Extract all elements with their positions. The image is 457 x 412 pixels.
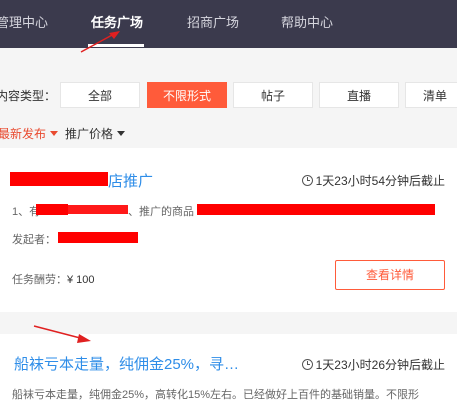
clock-icon [301,359,313,370]
type-chip-unlimited[interactable]: 不限形式 [147,82,227,108]
task-countdown: 1天23小时54分钟后截止 [301,172,445,189]
task-countdown: 1天23小时26分钟后截止 [301,356,445,373]
nav-item-merchant-square[interactable]: 招商广场 [187,0,239,48]
type-chip-list[interactable]: 清单 [405,82,457,108]
type-chip-all[interactable]: 全部 [60,82,140,108]
top-navigation: 管理中心 任务广场 招商广场 帮助中心 [0,0,457,48]
sort-price-label: 推广价格 [65,127,114,141]
task-description-mid: 、推广的商品 [128,206,194,218]
redaction-mark [58,232,138,243]
task-title[interactable]: 店推广 [108,170,153,191]
content-type-label: 内容类型： [0,89,57,103]
reward-info: 任务酬劳：¥ 100 [12,271,95,287]
caret-down-icon [117,131,126,136]
type-chip-live[interactable]: 直播 [319,82,399,108]
redaction-mark [197,204,435,215]
redaction-mark [10,172,108,186]
annotation-arrow [80,31,120,53]
reward-label: 任务酬劳： [12,274,67,286]
caret-down-icon [50,131,59,136]
countdown-text: 1天23小时54分钟后截止 [315,174,445,188]
nav-item-help-center[interactable]: 帮助中心 [281,0,333,48]
task-card: 店推广 1天23小时54分钟后截止 1、有 、推广的商品 发起者： 任务酬劳：¥… [0,148,457,312]
redaction-mark [68,205,128,214]
sort-latest-label: 最新发布 [0,127,47,141]
view-details-button[interactable]: 查看详情 [335,260,445,290]
clock-icon [301,175,313,186]
countdown-text: 1天23小时26分钟后截止 [315,358,445,372]
publisher-label: 发起者： [12,234,56,246]
task-description: 船袜亏本走量，纯佣金25%，高转化15%左右。已经做好上百件的基础销量。不限形 [12,389,420,401]
task-title[interactable]: 船袜亏本走量，纯佣金25%，寻… [14,353,254,374]
sort-latest[interactable]: 最新发布 [0,125,59,142]
filter-bar: 内容类型： 全部 不限形式 帖子 直播 清单 最新发布 推广价格 [0,48,457,148]
nav-item-management[interactable]: 管理中心 [0,0,48,48]
annotation-arrow [33,325,91,343]
sort-price[interactable]: 推广价格 [65,125,126,142]
redaction-mark [36,204,68,215]
type-chip-post[interactable]: 帖子 [233,82,313,108]
reward-value: ¥ 100 [67,274,95,286]
